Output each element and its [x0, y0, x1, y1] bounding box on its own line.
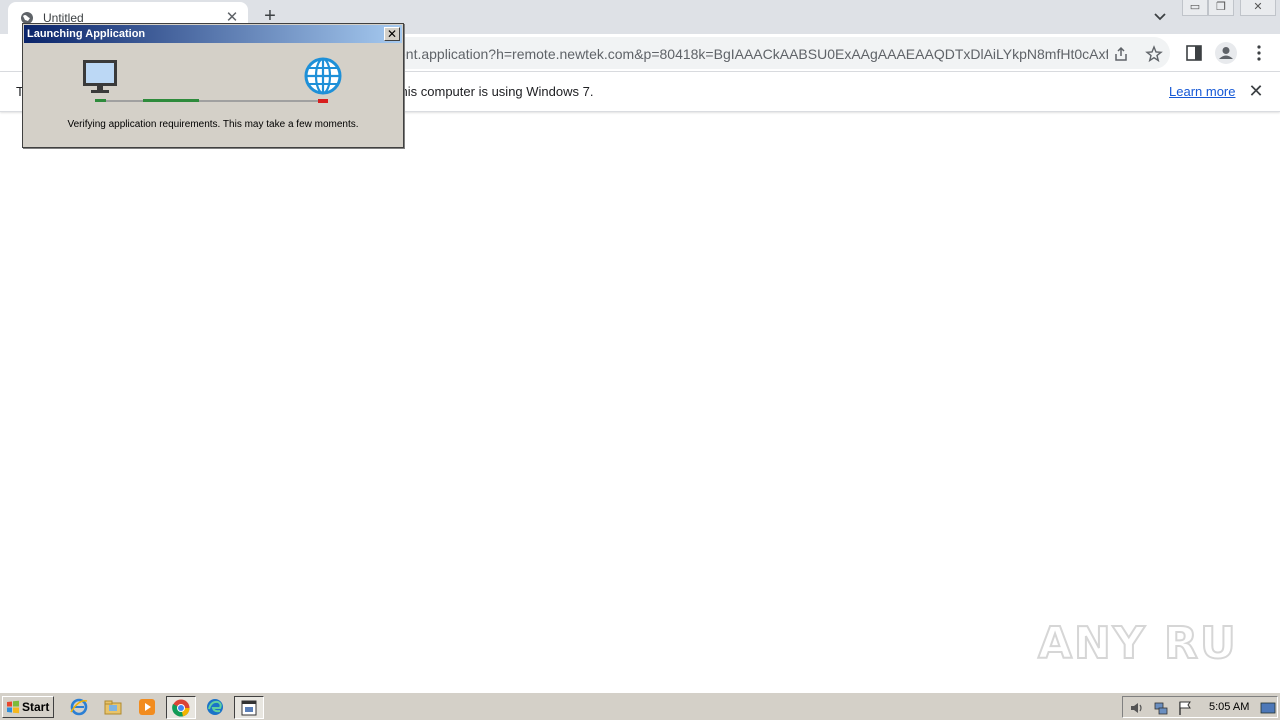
infobar-close-button[interactable]: ✕ [1247, 82, 1265, 100]
clock[interactable]: 5:05 AM [1209, 701, 1249, 713]
application-window-icon [241, 700, 257, 716]
internet-explorer-icon[interactable] [69, 697, 89, 717]
progress-start-marker [95, 99, 106, 102]
side-panel-icon[interactable] [1184, 43, 1204, 63]
dialog-status-message: Verifying application requirements. This… [67, 119, 359, 130]
dialog-titlebar[interactable]: Launching Application ✕ [24, 25, 402, 43]
infobar-message: r. This computer is using Windows 7. [382, 84, 594, 99]
dialog-close-button[interactable]: ✕ [384, 27, 400, 41]
start-label: Start [22, 700, 50, 714]
minimize-button[interactable]: ▭ [1182, 0, 1208, 16]
learn-more-link[interactable]: Learn more [1169, 84, 1235, 99]
action-center-flag-icon[interactable] [1177, 700, 1193, 716]
dialog-title: Launching Application [27, 28, 146, 40]
dfsvc-taskbar-button[interactable] [234, 696, 264, 719]
launching-application-dialog: Launching Application ✕ Verifying applic… [22, 23, 404, 148]
menu-kebab-icon[interactable] [1249, 43, 1269, 63]
file-explorer-icon[interactable] [103, 697, 123, 717]
bookmark-star-icon[interactable] [1145, 45, 1163, 63]
connection-progress-track [95, 100, 327, 102]
progress-animated-segment [143, 99, 199, 102]
windows-logo-icon [7, 700, 19, 714]
url-text[interactable]: ent.application?h=remote.newtek.com&p=80… [398, 46, 1108, 62]
start-button[interactable]: Start [2, 696, 54, 718]
show-desktop-icon[interactable] [1260, 700, 1276, 716]
close-window-button[interactable]: ✕ [1240, 0, 1276, 16]
chrome-icon [172, 699, 190, 717]
progress-end-marker [318, 99, 328, 103]
watermark-text: ANY RUN [1038, 618, 1236, 668]
network-icon[interactable] [1153, 700, 1169, 716]
screen: Untitled ✕ + ▭ ❐ ✕ ent.application?h=rem… [0, 0, 1280, 720]
media-player-icon[interactable] [137, 697, 157, 717]
tab-search-chevron-icon[interactable] [1150, 8, 1170, 26]
window-controls: ▭ ❐ ✕ [1180, 0, 1280, 18]
share-icon[interactable] [1112, 45, 1130, 63]
profile-avatar-icon[interactable] [1214, 41, 1238, 65]
chrome-taskbar-button[interactable] [166, 696, 196, 719]
edge-icon[interactable] [205, 697, 225, 717]
anyrun-watermark: ANY RUN [1037, 617, 1236, 668]
computer-monitor-icon [83, 60, 117, 93]
globe-icon [304, 57, 342, 95]
taskbar: Start 5:05 AM [0, 692, 1280, 720]
system-tray: 5:05 AM [1122, 696, 1278, 718]
restore-button[interactable]: ❐ [1208, 0, 1234, 16]
volume-icon[interactable] [1129, 700, 1145, 716]
